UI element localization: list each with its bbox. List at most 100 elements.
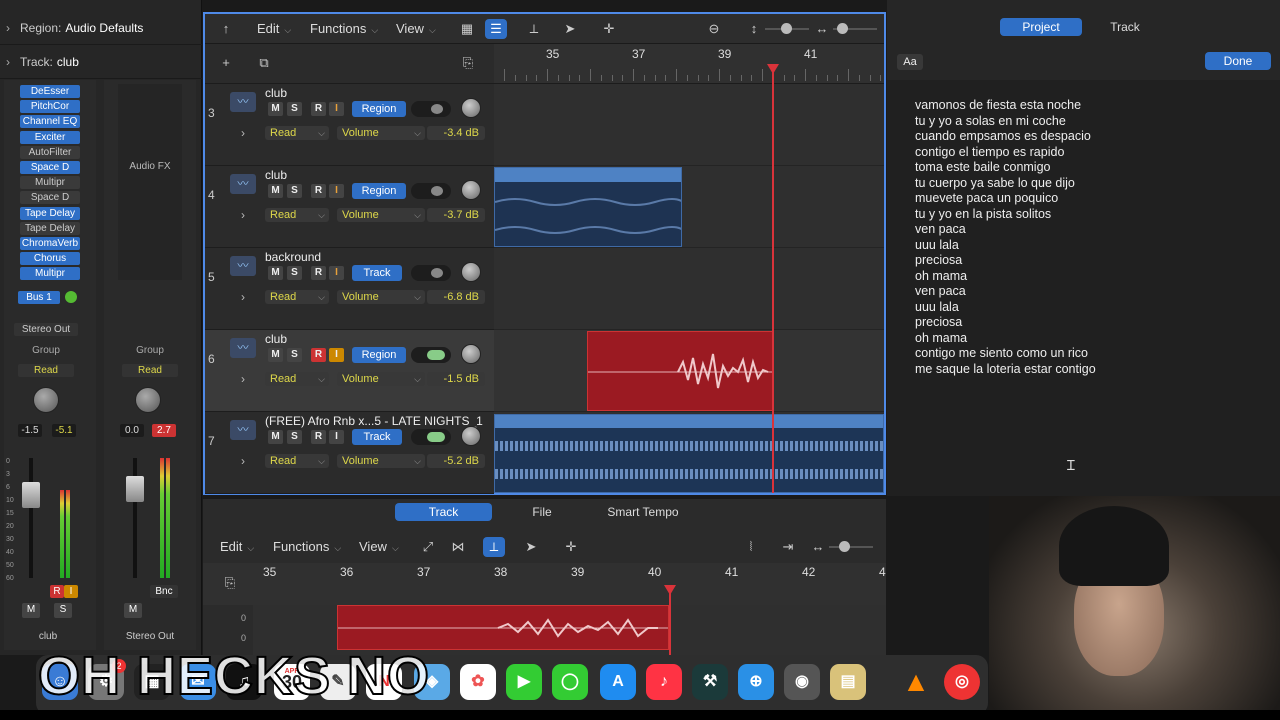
lyric-line[interactable]: me saque la loteria estar contigo	[915, 362, 1255, 378]
pan-knob[interactable]	[135, 387, 161, 413]
track-header[interactable]: 3 〰 club M S R I Region › Read ⌵ Volume ⌵ -3.4 dB	[205, 84, 494, 166]
lyric-line[interactable]: tu y yo en la pista solitos	[915, 207, 1255, 223]
track-import-icon[interactable]: ⎘	[457, 53, 479, 73]
plugin-slot[interactable]: Channel EQ	[20, 115, 80, 129]
pan-knob[interactable]	[461, 426, 481, 446]
plugin-slot[interactable]: Space D	[20, 161, 80, 174]
chevron-right-icon[interactable]: ›	[241, 372, 245, 386]
vertical-zoom-icon[interactable]: ↕	[743, 19, 765, 39]
automation-mode-select[interactable]: Read ⌵	[265, 208, 329, 222]
tab-project[interactable]: Project	[1000, 18, 1082, 36]
waveform-icon[interactable]: 〰	[230, 174, 256, 194]
marquee-tool-icon[interactable]: ✛	[560, 537, 582, 557]
automation-mode[interactable]: Read	[18, 364, 74, 377]
input-monitor-button[interactable]: I	[329, 348, 344, 362]
pan-knob[interactable]	[461, 344, 481, 364]
music-icon[interactable]: ♪	[646, 664, 682, 700]
lyric-line[interactable]: ven paca	[915, 284, 1255, 300]
safari-icon[interactable]: ⊕	[738, 664, 774, 700]
pointer-tool-icon[interactable]: ➤	[559, 19, 581, 39]
catch-icon[interactable]: ⟂	[483, 537, 505, 557]
automation-param-select[interactable]: Volume ⌵	[337, 372, 425, 386]
audio-region[interactable]	[587, 331, 773, 411]
editor-zoom-slider[interactable]	[829, 546, 873, 548]
slider-thumb[interactable]	[781, 23, 792, 34]
list-view-icon[interactable]: ☰	[485, 19, 507, 39]
record-enable-button[interactable]: R	[311, 102, 326, 116]
automation-value[interactable]: -5.2 dB	[427, 454, 485, 468]
automation-value[interactable]: -3.7 dB	[427, 208, 485, 222]
audio-region[interactable]	[337, 605, 669, 650]
volume-readout[interactable]: -1.5	[18, 424, 42, 437]
tab-track[interactable]: Track	[395, 503, 492, 521]
lyric-line[interactable]: preciosa	[915, 253, 1255, 269]
lyric-line[interactable]: vamonos de fiesta esta noche	[915, 98, 1255, 114]
timeline-ruler[interactable]: 35 37 39 41	[494, 44, 925, 84]
plugin-slot[interactable]: Multipr	[20, 176, 80, 190]
track-header[interactable]: 6 〰 club M S R I Region › Read ⌵ Volume ⌵ -1.5 dB	[205, 330, 494, 412]
track-on-toggle[interactable]	[411, 429, 451, 445]
lyric-line[interactable]: contigo el tiempo es rapido	[915, 145, 1255, 161]
bowtie-icon[interactable]: ⋈	[447, 537, 469, 557]
track-name[interactable]: backround	[265, 250, 321, 264]
view-menu[interactable]: View ⌵	[396, 21, 436, 36]
track-header[interactable]: 7 〰 (FREE) Afro Rnb x...5 - LATE NIGHTS_1 M…	[205, 412, 494, 494]
automation-param-select[interactable]: Volume ⌵	[337, 454, 425, 468]
editor-edit-menu[interactable]: Edit ⌵	[220, 539, 254, 554]
duplicate-track-icon[interactable]: ⧉	[253, 53, 275, 73]
slider-thumb[interactable]	[837, 23, 848, 34]
track-on-toggle[interactable]	[411, 183, 451, 199]
automation-value[interactable]: -3.4 dB	[427, 126, 485, 140]
photos-icon[interactable]: ✿	[460, 664, 496, 700]
automation-scope-tag[interactable]: Track	[352, 429, 402, 445]
group-slot[interactable]: Group	[18, 344, 74, 357]
lyric-line[interactable]: cuando empsamos es despacio	[915, 129, 1255, 145]
input-monitor-button[interactable]: I	[329, 102, 344, 116]
solo-button[interactable]: S	[287, 348, 302, 362]
automation-param-select[interactable]: Volume ⌵	[337, 208, 425, 222]
lyric-line[interactable]: toma este baile conmigo	[915, 160, 1255, 176]
mute-button[interactable]: M	[22, 603, 40, 618]
automation-mode-select[interactable]: Read ⌵	[265, 372, 329, 386]
editor-functions-menu[interactable]: Functions ⌵	[273, 539, 341, 554]
track-inspector-row[interactable]: › Track: club	[0, 45, 202, 79]
vlc-icon[interactable]: ▲	[898, 664, 934, 700]
track-lane[interactable]	[494, 248, 884, 330]
up-arrow-icon[interactable]: ↑	[215, 19, 237, 39]
automation-param-select[interactable]: Volume ⌵	[337, 126, 425, 140]
plugin-slot[interactable]: Exciter	[20, 130, 80, 144]
lyric-line[interactable]: ven paca	[915, 222, 1255, 238]
automation-mode-select[interactable]: Read ⌵	[265, 454, 329, 468]
bus-send[interactable]: Bus 1	[18, 291, 60, 304]
solo-button[interactable]: S	[287, 102, 302, 116]
horizontal-zoom-icon[interactable]: ↔	[807, 537, 829, 557]
input-monitor-button[interactable]: I	[329, 266, 344, 280]
mute-button[interactable]: M	[268, 184, 283, 198]
editor-ruler[interactable]: ⎘ 35 36 37 38 39 40 41 42 4	[203, 563, 886, 605]
waveform-icon[interactable]: ⦚	[740, 537, 762, 557]
plugin-slot[interactable]: DeEsser	[20, 85, 80, 98]
xcode-icon[interactable]: ⚒	[692, 664, 728, 700]
flex-icon[interactable]: ⤢	[417, 537, 439, 557]
lyric-line[interactable]: uuu lala	[915, 238, 1255, 254]
plugin-slot[interactable]: Tape Delay	[20, 221, 80, 235]
waveform-icon[interactable]: 〰	[230, 338, 256, 358]
lyric-line[interactable]: oh mama	[915, 269, 1255, 285]
solo-button[interactable]: S	[287, 184, 302, 198]
automation-scope-tag[interactable]: Track	[352, 265, 402, 281]
audio-region[interactable]	[494, 414, 884, 493]
playhead[interactable]	[772, 64, 774, 493]
plugin-slot[interactable]: Tape Delay	[20, 206, 80, 220]
lyric-line[interactable]: preciosa	[915, 315, 1255, 331]
automation-mode-select[interactable]: Read ⌵	[265, 126, 329, 140]
lyrics-text[interactable]: vamonos de fiesta esta noche tu y yo a so…	[915, 98, 1255, 377]
editor-playhead[interactable]	[669, 587, 671, 655]
pan-knob[interactable]	[461, 180, 481, 200]
automation-scope-tag[interactable]: Region	[352, 347, 406, 363]
lyric-line[interactable]: tu cuerpo ya sabe lo que dijo	[915, 176, 1255, 192]
track-header[interactable]: 4 〰 club M S R I Region › Read ⌵ Volume ⌵ -3.7 dB	[205, 166, 494, 248]
solo-button[interactable]: S	[287, 266, 302, 280]
chevron-right-icon[interactable]: ›	[241, 208, 245, 222]
input-monitor-button[interactable]: I	[64, 585, 78, 598]
pointer-tool-icon[interactable]: ➤	[520, 537, 542, 557]
